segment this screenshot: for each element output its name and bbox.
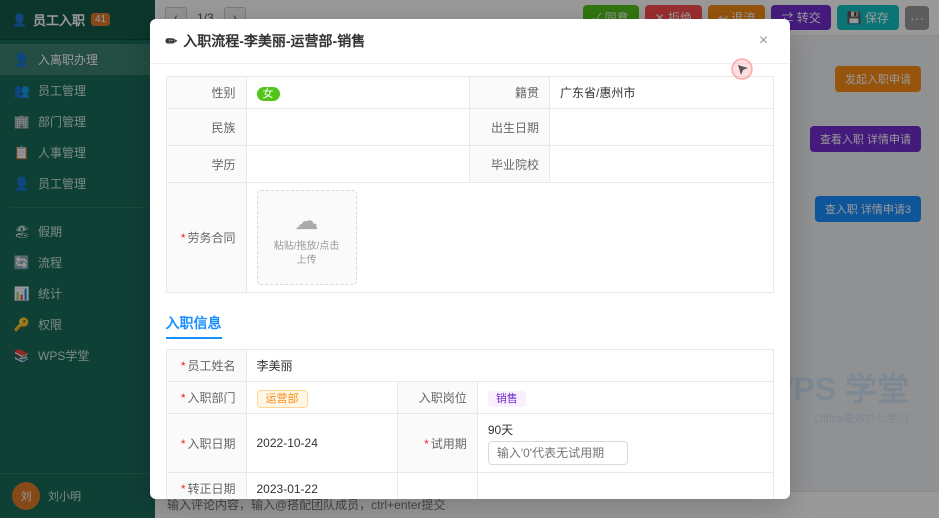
form-row-gender: 性别 女 籍贯 广东省/惠州市 <box>166 77 773 109</box>
probation-input[interactable] <box>488 441 628 465</box>
probation-value: 90天 <box>488 421 763 438</box>
origin-label: 籍贯 <box>470 77 550 109</box>
ethnicity-label: 民族 <box>166 109 246 146</box>
required-mark2: * <box>181 359 186 373</box>
birthday-input[interactable] <box>550 109 774 146</box>
form-row-education: 学历 毕业院校 <box>166 146 773 183</box>
form-row-ethnicity: 民族 出生日期 <box>166 109 773 146</box>
form-row-contract: *劳务合同 ☁ 粘贴/拖放/点击上传 <box>166 183 773 293</box>
modal-title-row: ✏ 入职流程-李美丽-运营部-销售 <box>166 31 366 51</box>
confirmdate-label: *转正日期 <box>166 473 246 500</box>
form-row-dept: *入职部门 运营部 入职岗位 销售 <box>166 382 773 414</box>
modal-header: ✏ 入职流程-李美丽-运营部-销售 × <box>150 19 790 64</box>
modal-body: 性别 女 籍贯 广东省/惠州市 民族 出生日期 <box>150 64 790 499</box>
modal-title-text: 入职流程-李美丽-运营部-销售 <box>183 31 365 51</box>
modal-overlay[interactable]: ✏ 入职流程-李美丽-运营部-销售 × 性别 女 籍贯 广东省/惠州市 民族 <box>0 0 939 518</box>
education-label: 学历 <box>166 146 246 183</box>
upload-icon: ☁ <box>274 207 340 236</box>
form-row-confirmdate: *转正日期 2023-01-22 <box>166 473 773 500</box>
origin-value: 广东省/惠州市 <box>550 77 774 109</box>
confirmdate-value: 2023-01-22 <box>246 473 397 500</box>
education-input[interactable] <box>246 146 470 183</box>
position-badge: 销售 <box>488 391 526 407</box>
gender-label: 性别 <box>166 77 246 109</box>
modal: ✏ 入职流程-李美丽-运营部-销售 × 性别 女 籍贯 广东省/惠州市 民族 <box>150 19 790 499</box>
gender-value: 女 <box>246 77 470 109</box>
dept-label: *入职部门 <box>166 382 246 414</box>
school-label: 毕业院校 <box>470 146 550 183</box>
joindate-label: *入职日期 <box>166 414 246 473</box>
joindate-value: 2022-10-24 <box>246 414 397 473</box>
personal-info-table: 性别 女 籍贯 广东省/惠州市 民族 出生日期 <box>166 76 774 293</box>
school-field[interactable] <box>560 153 763 175</box>
education-field[interactable] <box>257 153 460 175</box>
empname-value: 李美丽 <box>246 350 773 382</box>
dept-value[interactable]: 运营部 <box>246 382 397 414</box>
ethnicity-field[interactable] <box>257 116 460 138</box>
dept-badge[interactable]: 运营部 <box>257 390 308 408</box>
empname-label: *员工姓名 <box>166 350 246 382</box>
birthday-label: 出生日期 <box>470 109 550 146</box>
onboard-info-table: *员工姓名 李美丽 *入职部门 运营部 入职岗位 销售 <box>166 349 774 499</box>
section-title: 入职信息 <box>166 305 774 349</box>
modal-close-button[interactable]: × <box>754 31 774 51</box>
probation-container: 90天 <box>488 421 763 465</box>
required-mark: * <box>181 231 186 245</box>
form-row-joindate: *入职日期 2022-10-24 *试用期 90天 <box>166 414 773 473</box>
position-value: 销售 <box>477 382 773 414</box>
contract-upload[interactable]: ☁ 粘贴/拖放/点击上传 <box>246 183 773 293</box>
contract-label: *劳务合同 <box>166 183 246 293</box>
probation-area: 90天 <box>477 414 773 473</box>
edit-icon: ✏ <box>166 33 178 50</box>
position-label: 入职岗位 <box>397 382 477 414</box>
upload-area[interactable]: ☁ 粘贴/拖放/点击上传 <box>257 190 357 285</box>
gender-badge: 女 <box>257 87 280 101</box>
required-mark3: * <box>181 391 186 405</box>
required-mark6: * <box>181 482 186 496</box>
school-input[interactable] <box>550 146 774 183</box>
birthday-field[interactable] <box>560 116 763 138</box>
form-row-empname: *员工姓名 李美丽 <box>166 350 773 382</box>
required-mark5: * <box>424 437 429 451</box>
upload-text: 粘贴/拖放/点击上传 <box>274 240 340 268</box>
probation-label: *试用期 <box>397 414 477 473</box>
ethnicity-input[interactable] <box>246 109 470 146</box>
required-mark4: * <box>181 437 186 451</box>
